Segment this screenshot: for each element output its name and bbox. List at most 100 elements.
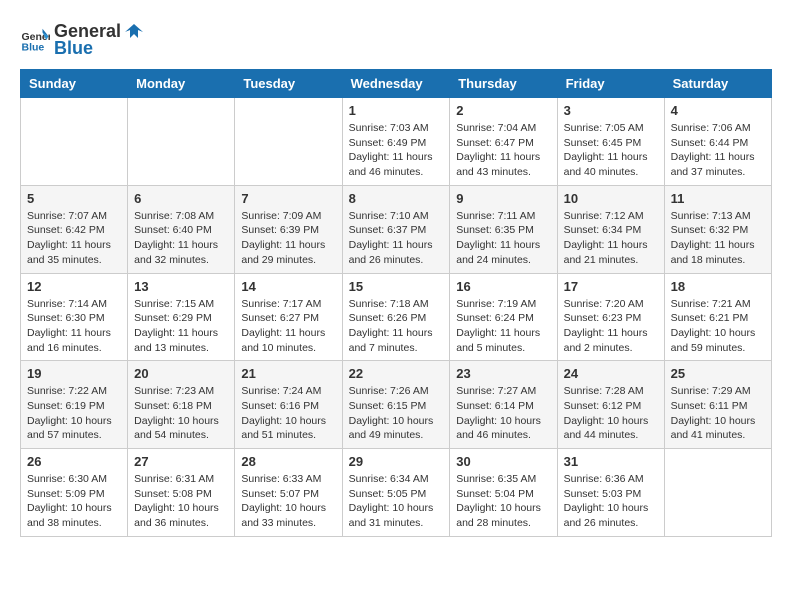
day-info: Sunrise: 7:26 AM Sunset: 6:15 PM Dayligh…	[349, 384, 444, 443]
calendar-week-row: 1Sunrise: 7:03 AM Sunset: 6:49 PM Daylig…	[21, 98, 772, 186]
calendar-cell: 28 Sunrise: 6:33 AM Sunset: 5:07 PM Dayli…	[235, 449, 342, 537]
calendar-cell: 20 Sunrise: 7:23 AM Sunset: 6:18 PM Dayli…	[128, 361, 235, 449]
day-info: Sunrise: 7:28 AM Sunset: 6:12 PM Dayligh…	[564, 384, 658, 443]
day-number: 29	[349, 454, 444, 469]
day-info: Sunrise: 7:20 AM Sunset: 6:23 PM Dayligh…	[564, 297, 658, 356]
day-info: Sunrise: 6:33 AM Sunset: 5:07 PM Dayligh…	[241, 472, 335, 531]
calendar-cell: 12 Sunrise: 7:14 AM Sunset: 6:30 PM Dayli…	[21, 273, 128, 361]
day-number: 26	[27, 454, 121, 469]
day-number: 4	[671, 103, 765, 118]
calendar-cell: 19 Sunrise: 7:22 AM Sunset: 6:19 PM Dayli…	[21, 361, 128, 449]
day-info: Sunrise: 7:08 AM Sunset: 6:40 PM Dayligh…	[134, 209, 228, 268]
calendar-week-row: 5 Sunrise: 7:07 AM Sunset: 6:42 PM Daylig…	[21, 185, 772, 273]
day-info: Sunrise: 7:29 AM Sunset: 6:11 PM Dayligh…	[671, 384, 765, 443]
calendar-week-row: 26 Sunrise: 6:30 AM Sunset: 5:09 PM Dayli…	[21, 449, 772, 537]
day-number: 31	[564, 454, 658, 469]
day-number: 15	[349, 279, 444, 294]
weekday-header: Thursday	[450, 70, 557, 98]
calendar-cell: 16 Sunrise: 7:19 AM Sunset: 6:24 PM Dayli…	[450, 273, 557, 361]
day-number: 17	[564, 279, 658, 294]
day-info: Sunrise: 7:15 AM Sunset: 6:29 PM Dayligh…	[134, 297, 228, 356]
calendar-week-row: 19 Sunrise: 7:22 AM Sunset: 6:19 PM Dayli…	[21, 361, 772, 449]
logo-icon: General Blue	[20, 25, 50, 55]
day-number: 8	[349, 191, 444, 206]
logo-bird-icon	[123, 20, 145, 42]
calendar-cell: 21 Sunrise: 7:24 AM Sunset: 6:16 PM Dayli…	[235, 361, 342, 449]
day-number: 20	[134, 366, 228, 381]
calendar-cell: 26 Sunrise: 6:30 AM Sunset: 5:09 PM Dayli…	[21, 449, 128, 537]
calendar-cell: 2 Sunrise: 7:04 AM Sunset: 6:47 PM Daylig…	[450, 98, 557, 186]
day-number: 23	[456, 366, 550, 381]
day-number: 6	[134, 191, 228, 206]
day-info: Sunrise: 7:21 AM Sunset: 6:21 PM Dayligh…	[671, 297, 765, 356]
weekday-header: Friday	[557, 70, 664, 98]
calendar-cell: 15Sunrise: 7:18 AM Sunset: 6:26 PM Dayli…	[342, 273, 450, 361]
day-info: Sunrise: 7:04 AM Sunset: 6:47 PM Dayligh…	[456, 121, 550, 180]
weekday-header: Wednesday	[342, 70, 450, 98]
day-info: Sunrise: 7:03 AM Sunset: 6:49 PM Dayligh…	[349, 121, 444, 180]
calendar-cell: 3Sunrise: 7:05 AM Sunset: 6:45 PM Daylig…	[557, 98, 664, 186]
calendar-cell: 4 Sunrise: 7:06 AM Sunset: 6:44 PM Daylig…	[664, 98, 771, 186]
calendar-cell: 9Sunrise: 7:11 AM Sunset: 6:35 PM Daylig…	[450, 185, 557, 273]
calendar-cell: 7Sunrise: 7:09 AM Sunset: 6:39 PM Daylig…	[235, 185, 342, 273]
day-number: 22	[349, 366, 444, 381]
day-number: 25	[671, 366, 765, 381]
day-number: 12	[27, 279, 121, 294]
calendar-cell: 13 Sunrise: 7:15 AM Sunset: 6:29 PM Dayli…	[128, 273, 235, 361]
day-number: 5	[27, 191, 121, 206]
calendar-cell	[21, 98, 128, 186]
calendar-cell: 8 Sunrise: 7:10 AM Sunset: 6:37 PM Daylig…	[342, 185, 450, 273]
calendar-cell: 14 Sunrise: 7:17 AM Sunset: 6:27 PM Dayli…	[235, 273, 342, 361]
calendar-cell	[235, 98, 342, 186]
day-number: 10	[564, 191, 658, 206]
day-info: Sunrise: 7:07 AM Sunset: 6:42 PM Dayligh…	[27, 209, 121, 268]
weekday-header: Tuesday	[235, 70, 342, 98]
weekday-header: Monday	[128, 70, 235, 98]
day-info: Sunrise: 7:17 AM Sunset: 6:27 PM Dayligh…	[241, 297, 335, 356]
day-number: 24	[564, 366, 658, 381]
day-info: Sunrise: 6:31 AM Sunset: 5:08 PM Dayligh…	[134, 472, 228, 531]
day-info: Sunrise: 7:22 AM Sunset: 6:19 PM Dayligh…	[27, 384, 121, 443]
day-info: Sunrise: 6:36 AM Sunset: 5:03 PM Dayligh…	[564, 472, 658, 531]
calendar-table: SundayMondayTuesdayWednesdayThursdayFrid…	[20, 69, 772, 537]
day-number: 7	[241, 191, 335, 206]
calendar-cell	[664, 449, 771, 537]
day-info: Sunrise: 7:19 AM Sunset: 6:24 PM Dayligh…	[456, 297, 550, 356]
day-info: Sunrise: 7:06 AM Sunset: 6:44 PM Dayligh…	[671, 121, 765, 180]
day-info: Sunrise: 7:23 AM Sunset: 6:18 PM Dayligh…	[134, 384, 228, 443]
day-number: 13	[134, 279, 228, 294]
day-number: 19	[27, 366, 121, 381]
day-number: 3	[564, 103, 658, 118]
calendar-cell: 23 Sunrise: 7:27 AM Sunset: 6:14 PM Dayli…	[450, 361, 557, 449]
day-number: 2	[456, 103, 550, 118]
day-number: 28	[241, 454, 335, 469]
day-info: Sunrise: 7:10 AM Sunset: 6:37 PM Dayligh…	[349, 209, 444, 268]
svg-text:Blue: Blue	[22, 41, 45, 53]
calendar-cell: 17 Sunrise: 7:20 AM Sunset: 6:23 PM Dayli…	[557, 273, 664, 361]
day-number: 11	[671, 191, 765, 206]
day-info: Sunrise: 6:34 AM Sunset: 5:05 PM Dayligh…	[349, 472, 444, 531]
calendar-cell: 22 Sunrise: 7:26 AM Sunset: 6:15 PM Dayli…	[342, 361, 450, 449]
calendar-cell: 27Sunrise: 6:31 AM Sunset: 5:08 PM Dayli…	[128, 449, 235, 537]
day-info: Sunrise: 7:27 AM Sunset: 6:14 PM Dayligh…	[456, 384, 550, 443]
calendar-cell: 25 Sunrise: 7:29 AM Sunset: 6:11 PM Dayli…	[664, 361, 771, 449]
day-info: Sunrise: 6:35 AM Sunset: 5:04 PM Dayligh…	[456, 472, 550, 531]
day-info: Sunrise: 7:12 AM Sunset: 6:34 PM Dayligh…	[564, 209, 658, 268]
day-number: 18	[671, 279, 765, 294]
calendar-cell: 30 Sunrise: 6:35 AM Sunset: 5:04 PM Dayli…	[450, 449, 557, 537]
day-number: 14	[241, 279, 335, 294]
day-number: 21	[241, 366, 335, 381]
calendar-week-row: 12 Sunrise: 7:14 AM Sunset: 6:30 PM Dayli…	[21, 273, 772, 361]
calendar-cell	[128, 98, 235, 186]
calendar-cell: 31 Sunrise: 6:36 AM Sunset: 5:03 PM Dayli…	[557, 449, 664, 537]
day-info: Sunrise: 7:24 AM Sunset: 6:16 PM Dayligh…	[241, 384, 335, 443]
calendar-cell: 10 Sunrise: 7:12 AM Sunset: 6:34 PM Dayli…	[557, 185, 664, 273]
weekday-header: Sunday	[21, 70, 128, 98]
day-info: Sunrise: 7:14 AM Sunset: 6:30 PM Dayligh…	[27, 297, 121, 356]
calendar-cell: 5 Sunrise: 7:07 AM Sunset: 6:42 PM Daylig…	[21, 185, 128, 273]
day-number: 16	[456, 279, 550, 294]
day-info: Sunrise: 7:13 AM Sunset: 6:32 PM Dayligh…	[671, 209, 765, 268]
day-number: 30	[456, 454, 550, 469]
day-info: Sunrise: 6:30 AM Sunset: 5:09 PM Dayligh…	[27, 472, 121, 531]
logo: General Blue General Blue	[20, 20, 145, 59]
